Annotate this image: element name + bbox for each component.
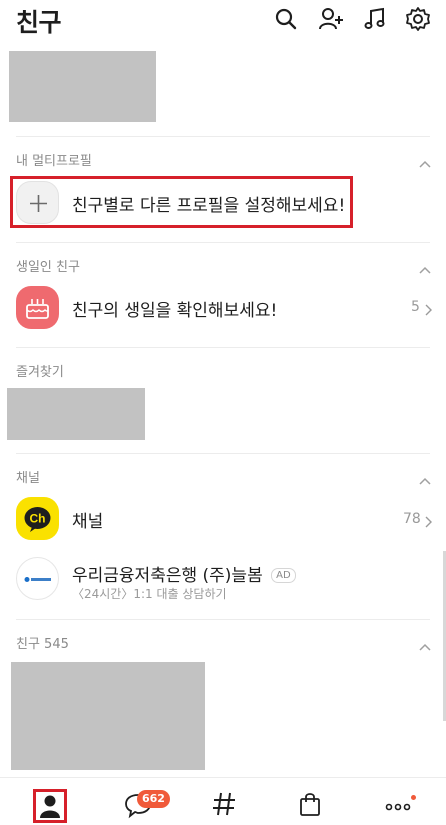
favorite-friend-item[interactable] [7,388,145,440]
section-title-friends: 친구 545 [16,637,69,652]
tab-more-icon[interactable] [381,787,415,821]
search-icon[interactable] [273,6,299,32]
ad-badge: AD [271,568,296,583]
section-title-favorites: 즐겨찾기 [16,365,64,380]
section-title-birthday: 생일인 친구 [16,260,80,275]
multiprofile-row-text[interactable]: 친구별로 다른 프로필을 설정해보세요! [72,191,345,216]
add-multiprofile-button[interactable] [16,181,59,224]
chevron-right-icon[interactable] [424,513,432,528]
page-title: 친구 [16,8,62,37]
add-friend-icon[interactable] [318,6,344,32]
collapse-chevron-icon[interactable] [418,637,432,651]
birthday-cake-icon [16,286,59,329]
channel-icon: Ch [16,497,59,540]
my-profile-image[interactable] [9,51,156,122]
settings-gear-icon[interactable] [405,6,431,32]
divider [16,453,430,454]
section-title-multiprofile: 내 멀티프로필 [16,154,92,169]
collapse-chevron-icon[interactable] [418,260,432,274]
tab-friends[interactable] [33,789,67,823]
divider [16,347,430,348]
chevron-right-icon[interactable] [424,301,432,316]
channel-icon-text: Ch [30,512,46,526]
bank-logo-icon [16,557,59,600]
more-notification-dot [411,795,416,800]
top-header: 친구 [0,0,446,40]
divider [16,242,430,243]
ad-channel-name-text: 우리금융저축은행 (주)늘봄 [72,566,263,586]
collapse-chevron-icon[interactable] [418,471,432,485]
channel-count: 78 [403,511,421,527]
divider [16,136,430,137]
birthday-count: 5 [411,299,420,315]
friend-list-item[interactable] [11,662,205,770]
ad-channel-subtext: 〈24시간〉1:1 대출 상담하기 [72,587,227,601]
collapse-chevron-icon[interactable] [418,154,432,168]
music-icon[interactable] [362,6,388,32]
channel-row-text[interactable]: 채널 [72,507,103,532]
ad-channel-name[interactable]: 우리금융저축은행 (주)늘봄 AD [72,561,296,586]
divider [16,619,430,620]
tab-shopping-bag-icon[interactable] [293,787,327,821]
chat-unread-badge: 662 [137,790,170,808]
section-title-channel: 채널 [16,471,40,486]
bottom-navigation [0,777,446,825]
birthday-row-text[interactable]: 친구의 생일을 확인해보세요! [72,296,277,321]
tab-hashtag-icon[interactable] [207,787,241,821]
